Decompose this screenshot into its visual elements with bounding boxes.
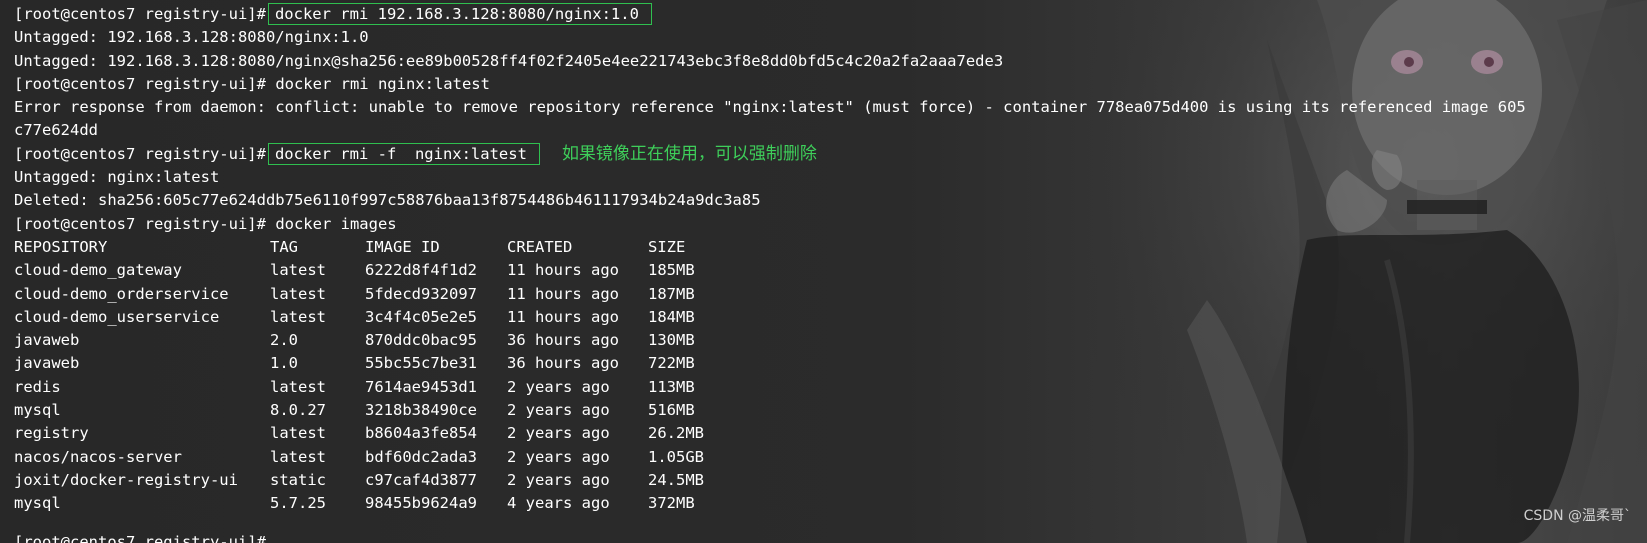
error-line: Error response from daemon: conflict: un…: [14, 98, 1526, 117]
table-row: nacos/nacos-server latest bdf60dc2ada3 2 ye…: [14, 446, 1526, 469]
terminal-output: [root@centos7 registry-ui]# docker rmi 19…: [14, 3, 1526, 516]
cell-repository: registry: [14, 424, 89, 443]
header-size: SIZE: [648, 237, 686, 256]
cell-size: 26.2MB: [648, 424, 704, 443]
cell-image-id: 55bc55c7be31: [365, 354, 477, 373]
cell-created: 2 years ago: [507, 401, 610, 420]
cell-created: 36 hours ago: [507, 354, 619, 373]
cell-image-id: bdf60dc2ada3: [365, 447, 477, 466]
command-line: [root@centos7 registry-ui]# docker rmi n…: [14, 73, 1526, 96]
cell-size: 1.05GB: [648, 447, 704, 466]
cell-image-id: c97caf4d3877: [365, 470, 477, 489]
cell-repository: mysql: [14, 494, 61, 513]
cell-image-id: 5fdecd932097: [365, 284, 477, 303]
cell-tag: latest: [270, 377, 326, 396]
shell-prompt: [root@centos7 registry-ui]#: [14, 5, 266, 23]
header-created: CREATED: [507, 237, 573, 256]
cell-tag: latest: [270, 261, 326, 280]
table-row: redis latest 7614ae9453d1 2 years ago 113MB: [14, 376, 1526, 399]
header-repository: REPOSITORY: [14, 237, 108, 256]
shell-prompt: [root@centos7 registry-ui]#: [14, 144, 266, 163]
cell-repository: javaweb: [14, 354, 80, 373]
table-row: javaweb 1.0 55bc55c7be31 36 hours ago 722MB: [14, 352, 1526, 375]
cell-created: 11 hours ago: [507, 284, 619, 303]
cell-tag: 2.0: [270, 331, 298, 350]
shell-prompt: [root@centos7 registry-ui]#: [14, 74, 266, 93]
csdn-watermark: CSDN @温柔哥`: [1523, 508, 1631, 524]
header-image-id: IMAGE ID: [365, 237, 440, 256]
cell-size: 24.5MB: [648, 470, 704, 489]
cell-created: 4 years ago: [507, 494, 610, 513]
partial-prompt-line: [root@centos7 registry-ui]#: [14, 533, 266, 543]
cell-repository: redis: [14, 377, 61, 396]
cell-size: 722MB: [648, 354, 695, 373]
cell-size: 372MB: [648, 494, 695, 513]
highlighted-command: docker rmi 192.168.3.128:8080/nginx:1.0: [267, 3, 652, 25]
output-line: Deleted: sha256:605c77e624ddb75e6110f997…: [14, 191, 761, 210]
table-row: mysql 8.0.27 3218b38490ce 2 years ago 516MB: [14, 399, 1526, 422]
command-line: [root@centos7 registry-ui]# docker rmi 19…: [14, 3, 1526, 26]
cell-tag: 5.7.25: [270, 494, 326, 513]
cell-repository: cloud-demo_userservice: [14, 307, 220, 326]
cell-repository: cloud-demo_gateway: [14, 261, 182, 280]
cell-size: 185MB: [648, 261, 695, 280]
cell-created: 36 hours ago: [507, 331, 619, 350]
cell-tag: latest: [270, 424, 326, 443]
table-row: mysql 5.7.25 98455b9624a9 4 years ago 372MB: [14, 492, 1526, 515]
output-line: Untagged: 192.168.3.128:8080/nginx@sha25…: [14, 51, 1004, 70]
cell-repository: cloud-demo_orderservice: [14, 284, 229, 303]
cell-created: 2 years ago: [507, 424, 610, 443]
shell-prompt: [root@centos7 registry-ui]#: [14, 214, 266, 233]
cell-size: 113MB: [648, 377, 695, 396]
cell-tag: 1.0: [270, 354, 298, 373]
cell-repository: javaweb: [14, 331, 80, 350]
cell-image-id: 98455b9624a9: [365, 494, 477, 513]
cell-created: 2 years ago: [507, 470, 610, 489]
cell-image-id: b8604a3fe854: [365, 424, 477, 443]
table-row: javaweb 2.0 870ddc0bac95 36 hours ago 130MB: [14, 329, 1526, 352]
cell-tag: latest: [270, 284, 326, 303]
table-row: cloud-demo_orderservice latest 5fdecd93209…: [14, 283, 1526, 306]
cell-tag: 8.0.27: [270, 401, 326, 420]
command-text: docker rmi nginx:latest: [275, 74, 490, 93]
annotation-note: 如果镜像正在使用，可以强制删除: [561, 143, 817, 164]
cell-tag: latest: [270, 307, 326, 326]
command-line: [root@centos7 registry-ui]# docker image…: [14, 213, 1526, 236]
cell-image-id: 870ddc0bac95: [365, 331, 477, 350]
command-line: [root@centos7 registry-ui]# docker rmi -f…: [14, 142, 1526, 166]
cell-repository: nacos/nacos-server: [14, 447, 182, 466]
cell-tag: latest: [270, 447, 326, 466]
cell-image-id: 6222d8f4f1d2: [365, 261, 477, 280]
cell-image-id: 3218b38490ce: [365, 401, 477, 420]
table-row: joxit/docker-registry-ui static c97caf4d38…: [14, 469, 1526, 492]
cell-size: 516MB: [648, 401, 695, 420]
cell-size: 187MB: [648, 284, 695, 303]
cell-created: 11 hours ago: [507, 261, 619, 280]
output-line: Untagged: 192.168.3.128:8080/nginx:1.0: [14, 28, 369, 47]
cell-image-id: 7614ae9453d1: [365, 377, 477, 396]
command-text: docker images: [275, 214, 397, 233]
cell-created: 11 hours ago: [507, 307, 619, 326]
output-line: Untagged: nginx:latest: [14, 168, 220, 187]
error-line-continuation: c77e624dd: [14, 121, 98, 140]
highlighted-command: docker rmi -f nginx:latest: [267, 142, 540, 165]
cell-tag: static: [270, 470, 326, 489]
table-row: cloud-demo_userservice latest 3c4f4c05e2e5…: [14, 306, 1526, 329]
cell-size: 130MB: [648, 331, 695, 350]
images-table-header: REPOSITORY TAG IMAGE ID CREATED SIZE: [14, 236, 1526, 259]
table-row: cloud-demo_gateway latest 6222d8f4f1d2 11 h…: [14, 259, 1526, 282]
cell-created: 2 years ago: [507, 377, 610, 396]
cell-repository: mysql: [14, 401, 61, 420]
cell-repository: joxit/docker-registry-ui: [14, 470, 238, 489]
table-row: registry latest b8604a3fe854 2 years ago 26.…: [14, 422, 1526, 445]
terminal-window[interactable]: [root@centos7 registry-ui]# docker rmi 19…: [0, 0, 1647, 543]
header-tag: TAG: [270, 237, 298, 256]
cell-image-id: 3c4f4c05e2e5: [365, 307, 477, 326]
cell-size: 184MB: [648, 307, 695, 326]
cell-created: 2 years ago: [507, 447, 610, 466]
